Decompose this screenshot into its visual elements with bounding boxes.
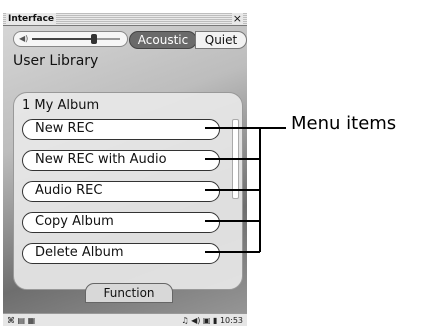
menu-items-annotation: Menu items [291,113,397,134]
callout-bracket [205,127,286,253]
